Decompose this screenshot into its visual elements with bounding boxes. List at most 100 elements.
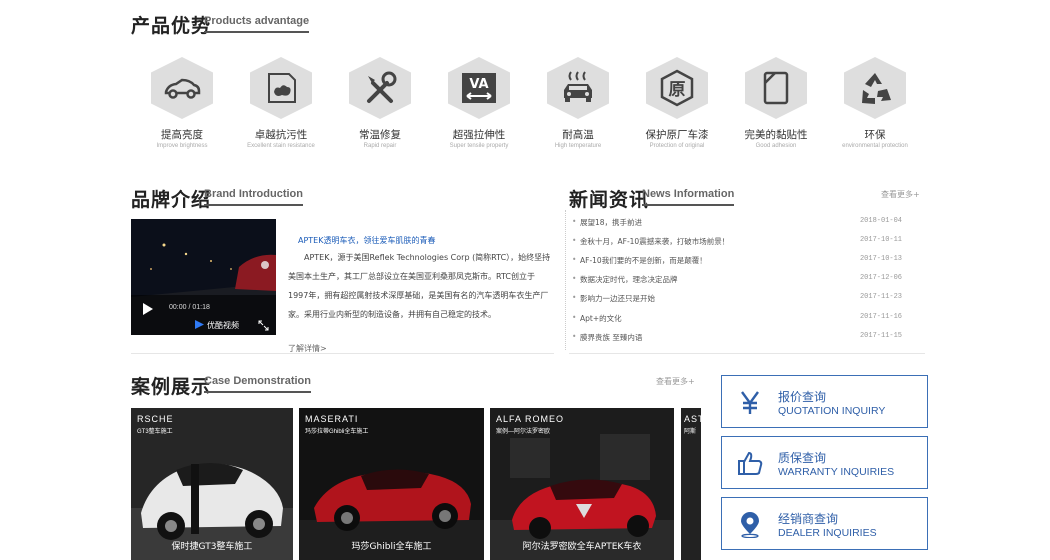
news-item[interactable]: • 展望18，携手前进 2018-01-04 [572, 217, 902, 231]
case-brand-name: AST [684, 414, 701, 424]
car-icon [164, 78, 201, 99]
yen-icon [741, 391, 759, 414]
feature-high-temp[interactable] [547, 57, 609, 119]
inquiry-zh-label: 报价查询 [778, 390, 827, 404]
news-item-date: 2017-11-23 [859, 293, 902, 301]
feature-en-label: Protection of original [649, 143, 705, 149]
news-more-link[interactable]: 查看更多+ [881, 189, 920, 200]
news-item-title: AF-10我们要的不是创新，而是颠覆！ [580, 256, 707, 265]
case-caption: 保时捷GT3整车施工 [171, 542, 253, 552]
divider [131, 353, 554, 354]
brand-subtitle: Brand Introduction [204, 188, 303, 206]
case-card[interactable]: MASERATI 玛莎拉蒂Ghibli全车施工 玛莎Ghibli全车施工 [299, 408, 484, 560]
cases-more-link[interactable]: 查看更多+ [656, 376, 695, 387]
dealer-inquiry-button[interactable]: 经销商查询 DEALER INQUIRIES [721, 497, 928, 550]
news-item-title: 展望18，携手前进 [580, 218, 643, 227]
brand-body-line: 家。采用行业内新型的制造设备，并拥有自己稳定的技术。 [288, 310, 496, 319]
inquiry-en-label: QUOTATION INQUIRY [778, 405, 886, 417]
news-timeline-line [565, 210, 566, 350]
news-subtitle: News Information [642, 188, 735, 206]
feature-brightness[interactable] [151, 57, 213, 119]
svg-text:VA: VA [469, 77, 488, 92]
divider [569, 353, 925, 354]
feature-en-label: Good adhesion [755, 143, 797, 149]
warranty-inquiry-button[interactable]: 质保查询 WARRANTY INQUIRIES [721, 436, 928, 489]
case-brand: ALFA ROMEO 案例—阿尔法罗密欧 [496, 414, 564, 435]
brand-body-line: 1997年，拥有超控属射技术深厚基础，是美国有名的汽车透明车衣生产厂 [288, 291, 549, 300]
case-caption: 阿尔法罗密欧全车APTEK车衣 [522, 542, 642, 552]
brand-body-line: 美国本土生产，其工厂总部设立在美国亚利桑那凤克斯市。RTC创立于 [288, 272, 535, 281]
news-item[interactable]: • 金秋十月，AF-10震撼来袭，打破市场前景！ 2017-10-11 [572, 236, 902, 250]
case-card[interactable]: AST 阿斯 [681, 408, 701, 560]
case-brand-sub: 玛莎拉蒂Ghibli全车施工 [305, 429, 369, 435]
news-item-title: 金秋十月，AF-10震撼来袭，打破市场前景！ [580, 237, 730, 246]
case-brand: MASERATI 玛莎拉蒂Ghibli全车施工 [305, 414, 368, 435]
original-seal-icon: 原 [660, 69, 694, 107]
feature-label: 常温修复 [359, 129, 401, 141]
news-item-date: 2018-01-04 [859, 217, 902, 225]
va-stretch-icon: VA [462, 73, 496, 103]
feature-stain-resistance[interactable] [250, 57, 312, 119]
news-item-date: 2017-10-13 [859, 255, 902, 263]
feature-en-label: High temperature [554, 143, 602, 149]
feature-label: 保护原厂车漆 [645, 129, 709, 141]
feature-en-label: Super tensile property [449, 143, 509, 149]
news-item[interactable]: • AF-10我们要的不是创新，而是颠覆！ 2017-10-13 [572, 255, 902, 269]
tools-icon [367, 71, 397, 103]
feature-en-label: Excellent stain resistance [247, 143, 315, 149]
video-time: 00:00 / 01:18 [169, 304, 210, 311]
location-pin-icon [741, 512, 759, 538]
news-item[interactable]: • Apt+的文化 2017-11-16 [572, 313, 902, 327]
news-item-title: 数据决定时代，理念决定品牌 [580, 275, 678, 284]
quotation-inquiry-button[interactable]: 报价查询 QUOTATION INQUIRY [721, 375, 928, 428]
news-item-date: 2017-11-16 [859, 313, 902, 321]
news-item[interactable]: • 数据决定时代，理念决定品牌 2017-12-06 [572, 274, 902, 288]
feature-adhesion[interactable] [745, 57, 807, 119]
advantage-title: 产品优势 [131, 15, 212, 37]
news-item[interactable]: • 影响力一边还只是开始 2017-11-23 [572, 293, 902, 307]
case-brand-name: RSCHE [137, 414, 174, 424]
feature-rapid-repair[interactable] [349, 57, 411, 119]
feature-label: 超强拉伸性 [452, 129, 506, 141]
case-brand-sub: 案例—阿尔法罗密欧 [496, 429, 551, 435]
feature-tensile[interactable]: VA [448, 57, 510, 119]
case-card[interactable]: RSCHE GT3整车施工 保时捷GT3整车施工 [131, 408, 293, 560]
bullet-icon: • [572, 255, 577, 264]
video-controls [131, 295, 276, 335]
stain-icon [268, 73, 296, 103]
news-item[interactable]: • 膜界贵族 至臻内语 2017-11-15 [572, 332, 902, 346]
case-brand-sub: 阿斯 [684, 429, 697, 435]
inquiry-en-label: WARRANTY INQUIRIES [778, 466, 895, 478]
case-brand-name: MASERATI [305, 414, 359, 424]
news-item-title: 影响力一边还只是开始 [580, 294, 655, 303]
thumbs-up-icon [738, 451, 763, 475]
recycle-icon [862, 73, 891, 104]
feature-en-label: Improve brightness [156, 143, 208, 149]
hot-car-icon [564, 71, 592, 102]
bullet-icon: • [572, 293, 577, 302]
adhesion-icon [763, 71, 789, 105]
feature-label: 耐高温 [562, 129, 594, 141]
brand-video[interactable]: 00:00 / 01:18 优酷视频 [131, 219, 276, 335]
feature-label: 卓越抗污性 [254, 129, 308, 141]
brand-headline[interactable]: APTEK透明车衣，领往爱车肌肤的青春 [298, 235, 435, 246]
bullet-icon: • [572, 236, 577, 245]
brand-title: 品牌介绍 [131, 189, 212, 211]
feature-label: 提高亮度 [161, 129, 203, 141]
case-brand: AST 阿斯 [684, 414, 701, 435]
bullet-icon: • [572, 313, 577, 322]
play-icon[interactable] [143, 303, 153, 315]
feature-eco[interactable] [844, 57, 906, 119]
case-caption: 玛莎Ghibli全车施工 [351, 542, 432, 552]
cases-subtitle: Case Demonstration [204, 375, 311, 393]
feature-en-label: environmental protection [842, 143, 908, 149]
cases-title: 案例展示 [131, 376, 212, 398]
case-card[interactable]: ALFA ROMEO 案例—阿尔法罗密欧 阿尔法罗密欧全车APTEK车衣 [490, 408, 674, 560]
advantage-subtitle: Products advantage [204, 15, 310, 33]
inquiry-zh-label: 经销商查询 [778, 512, 839, 526]
brand-body-line: APTEK，源于美国Reflek Technologies Corp (简称RT… [304, 253, 551, 262]
news-item-date: 2017-10-11 [859, 236, 902, 244]
fullscreen-icon[interactable] [258, 320, 269, 331]
video-logo-text: 优酷视频 [207, 321, 239, 330]
feature-protect-paint[interactable]: 原 [646, 57, 708, 119]
